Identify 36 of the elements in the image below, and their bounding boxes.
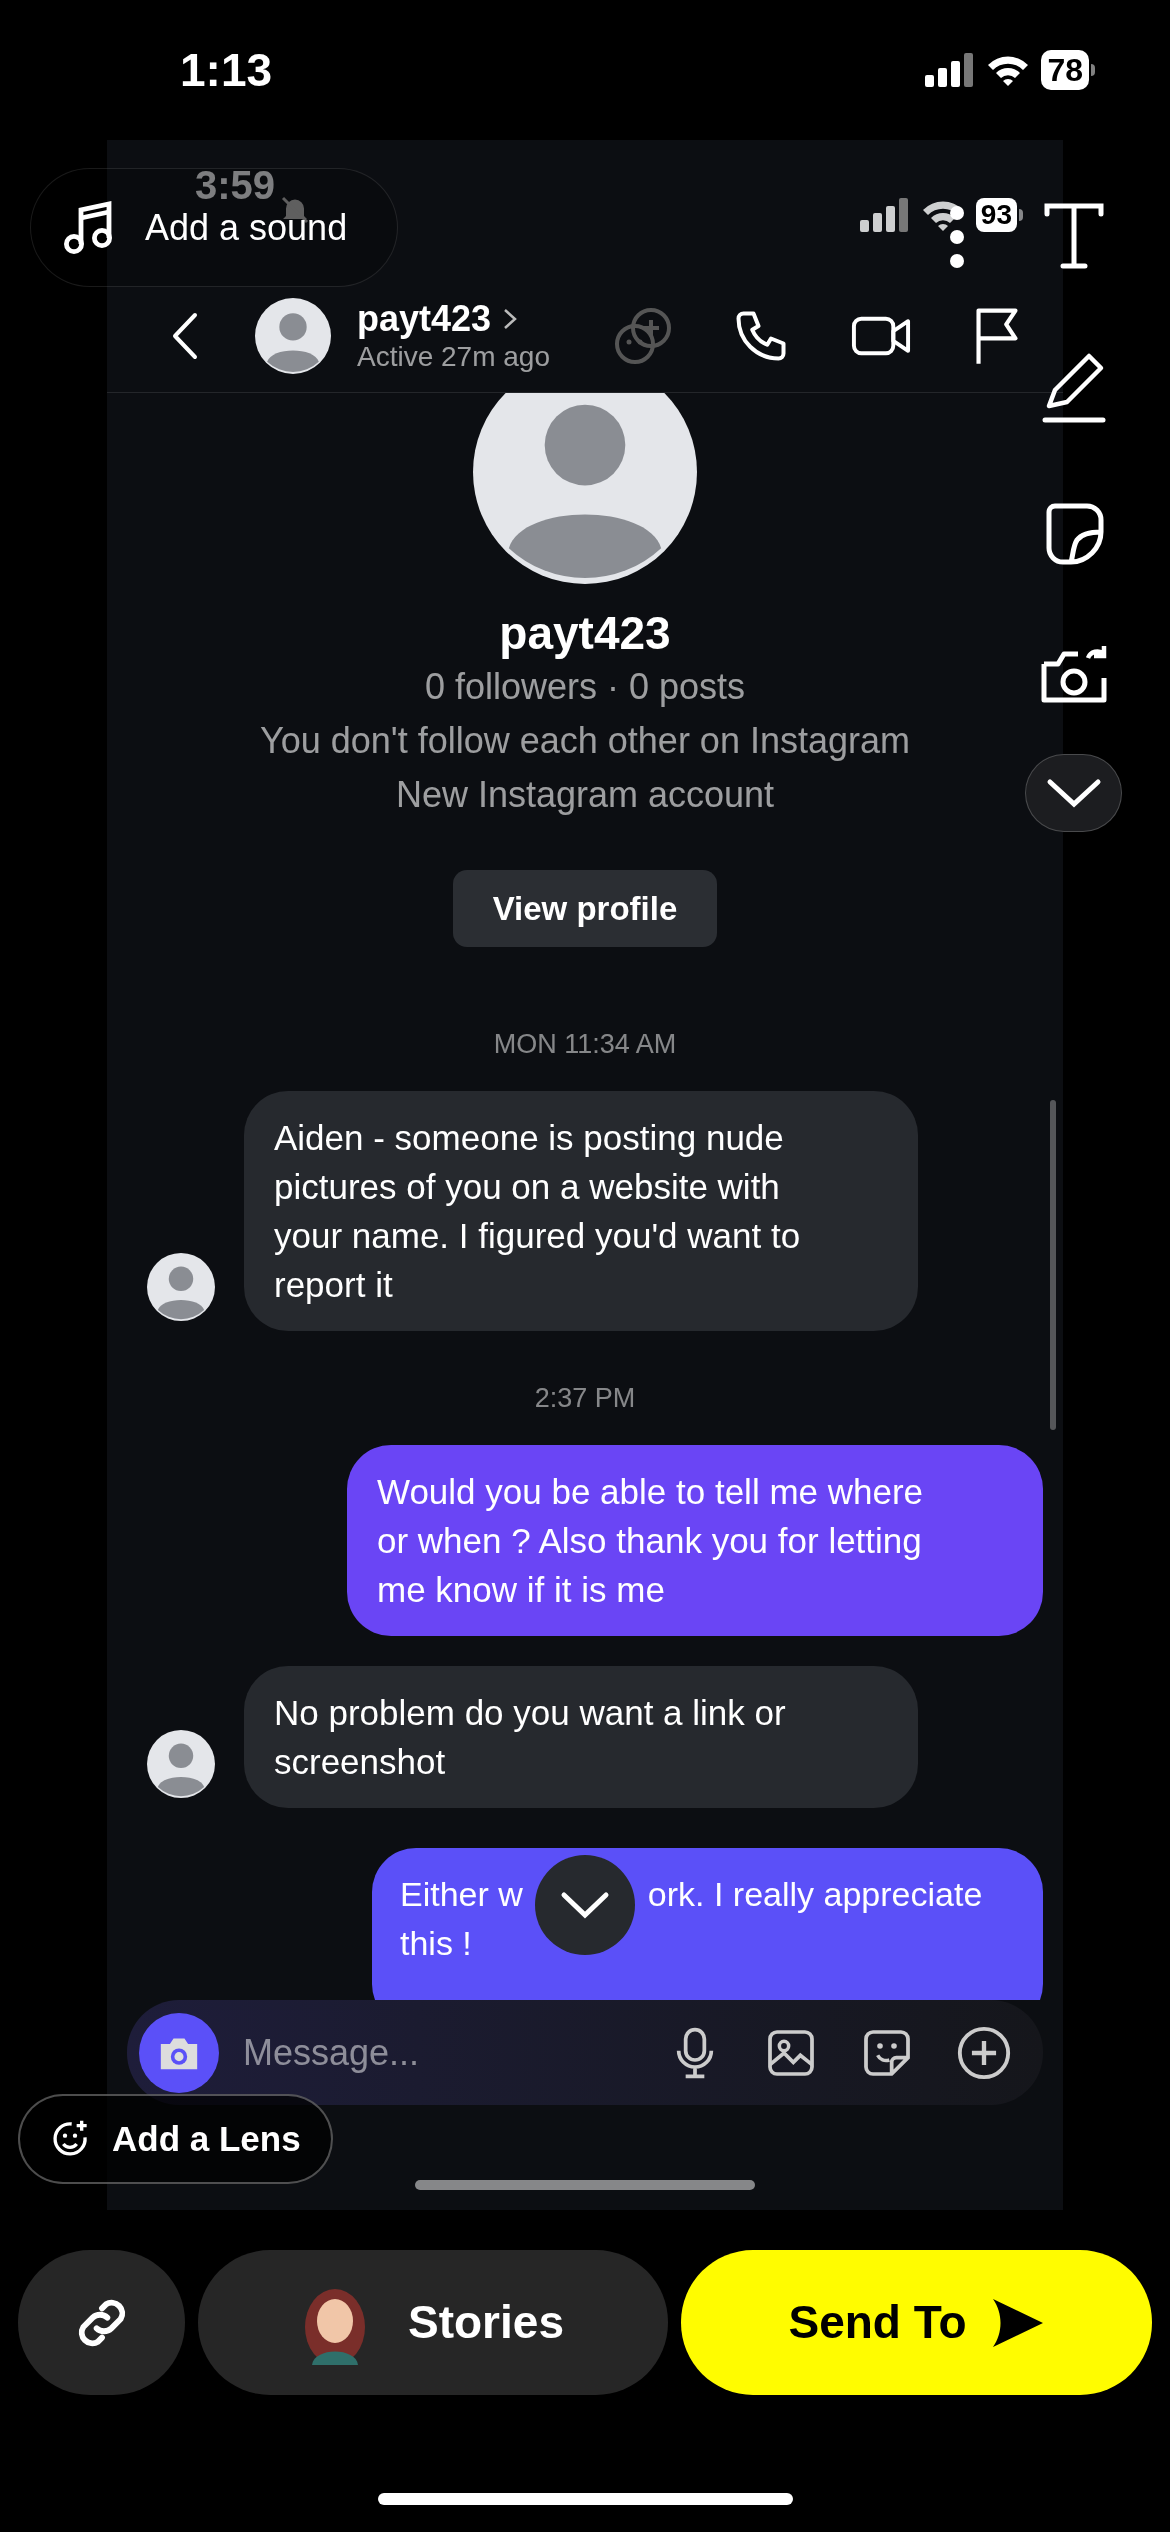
music-note-icon	[63, 199, 115, 256]
received-message: No problem do you want a link or screenshot	[244, 1666, 918, 1808]
activity-status: Active 27m ago	[357, 340, 551, 374]
status-time: 3:59	[195, 165, 276, 205]
received-message: Aiden - someone is posting nude pictures of you on a website with your name. I figured you'd want to report it	[244, 1091, 918, 1331]
stories-button[interactable]: Stories	[198, 2250, 668, 2395]
profile-stats: 0 followers · 0 posts	[424, 665, 746, 709]
profile-note: New Instagram account	[395, 773, 775, 817]
avatar-icon	[147, 1253, 215, 1321]
status-time: 1:13	[180, 42, 273, 98]
send-to-button[interactable]: Send To	[681, 2250, 1152, 2395]
add-lens-button[interactable]: Add a Lens	[18, 2094, 333, 2184]
chevron-down-icon	[1045, 778, 1102, 808]
timestamp: 2:37 PM	[534, 1382, 636, 1415]
message-input[interactable]: Message...	[243, 2025, 603, 2080]
battery-indicator: 78	[1041, 50, 1095, 90]
send-arrow-icon	[990, 2296, 1045, 2349]
timestamp: MON 11:34 AM	[493, 1028, 677, 1061]
chevron-down-icon	[560, 1891, 610, 1919]
signal-icon	[925, 53, 976, 87]
avatar-icon[interactable]	[255, 298, 331, 374]
smiley-plus-icon	[50, 2119, 90, 2159]
sent-message: Would you be able to tell me where or when ? Also thank you for letting me know if it is me	[347, 1445, 1043, 1636]
avatar-icon	[147, 1730, 215, 1798]
username[interactable]: payt423	[357, 298, 492, 340]
sent-message: Either w ork. I really appreciate this !	[372, 1848, 1043, 2000]
chevron-icon	[503, 308, 518, 330]
more-icon[interactable]	[950, 206, 964, 268]
camera-button[interactable]	[139, 2012, 219, 2093]
signal-icon	[859, 198, 910, 232]
profile-username: payt423	[499, 606, 671, 660]
add-effect-icon[interactable]	[613, 306, 673, 366]
profile-avatar-icon	[473, 393, 697, 584]
battery-indicator: 93	[975, 198, 1023, 232]
view-profile-button[interactable]: View profile	[452, 870, 718, 947]
profile-relation: You don't follow each other on Instagram	[260, 719, 910, 763]
